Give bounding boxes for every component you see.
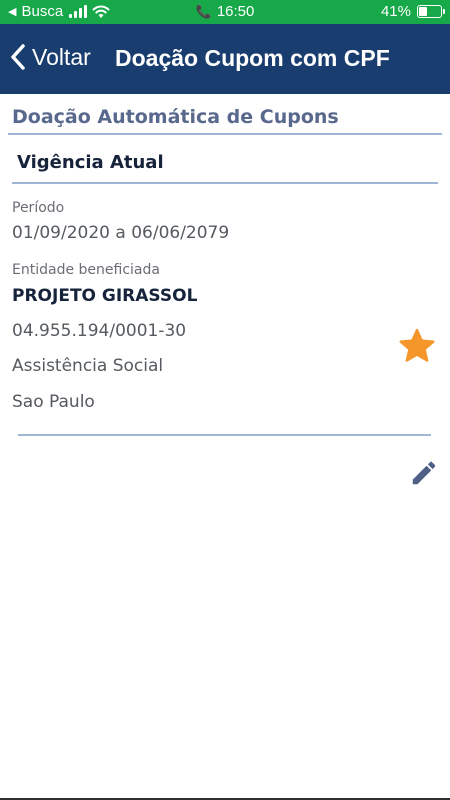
entity-cnpj: 04.955.194/0001-30 [12,321,187,341]
phone-call-icon: 📞 [195,4,212,19]
period-label: Período [12,200,65,216]
navigation-bar: Voltar Doação Cupom com CPF [0,24,450,94]
section-title: Doação Automática de Cupons [12,106,339,128]
battery-icon [417,5,445,18]
current-validity-title: Vigência Atual [17,152,164,173]
entity-city: Sao Paulo [12,392,95,412]
entity-label: Entidade beneficiada [12,262,160,278]
entity-name: PROJETO GIRASSOL [12,286,198,306]
back-button-label: Voltar [32,43,91,70]
battery-percent: 41% [380,3,411,20]
period-value: 01/09/2020 a 06/06/2079 [12,223,230,243]
entity-category: Assistência Social [12,356,164,376]
page-title: Doação Cupom com CPF [115,45,390,71]
subtitle-divider [12,182,438,184]
chevron-left-icon [11,44,25,70]
entity-divider [18,434,431,436]
pencil-icon[interactable] [409,458,439,488]
status-right: 41% [380,3,445,20]
status-bar: ◀ Busca 📞 16:50 41% [0,0,450,24]
section-divider [8,133,442,135]
star-icon[interactable] [398,328,436,364]
clock-text: 16:50 [216,3,255,20]
back-button[interactable]: Voltar [10,43,91,71]
